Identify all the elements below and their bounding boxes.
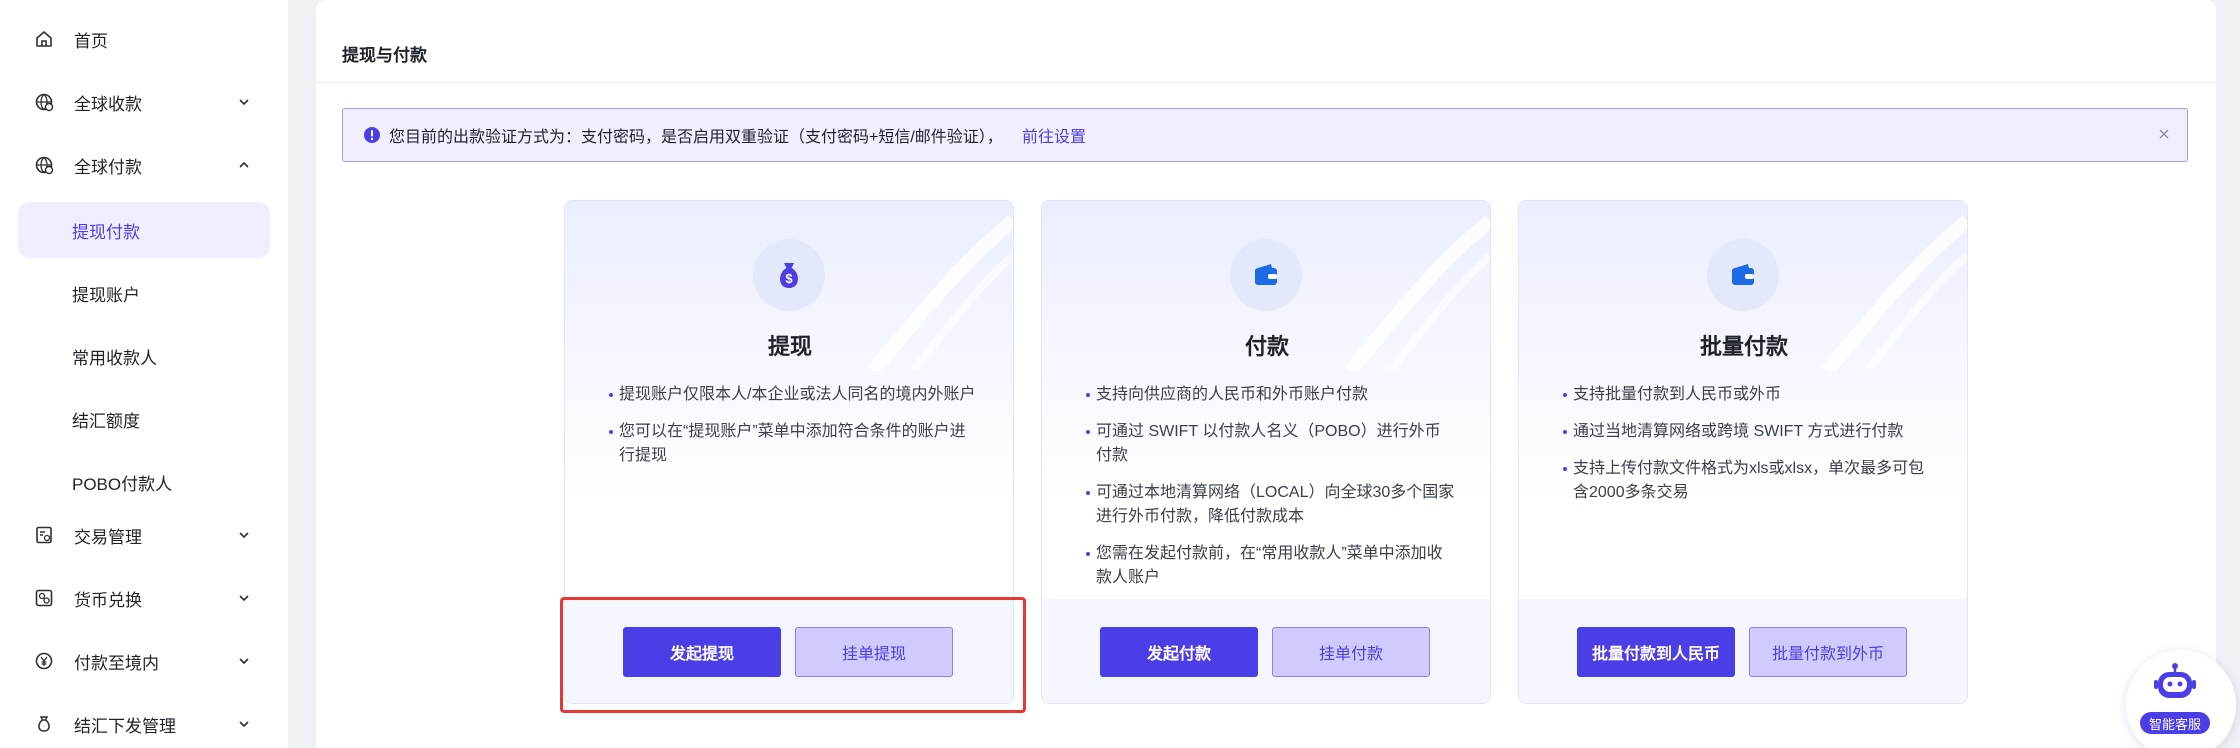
yuan-icon <box>33 650 55 672</box>
list-item: 您可以在“提现账户”菜单中添加符合条件的账户进行提现 <box>609 420 979 468</box>
sidebar-item-global-receive[interactable]: 全球收款 <box>0 76 288 128</box>
list-item: 支持批量付款到人民币或外币 <box>1563 383 1933 407</box>
globe-receive-icon <box>33 91 55 113</box>
sidebar-item-label: 付款至境内 <box>74 653 159 673</box>
chevron-up-icon <box>236 157 252 173</box>
svg-text:$: $ <box>785 271 793 286</box>
list-item: 通过当地清算网络或跨境 SWIFT 方式进行付款 <box>1563 420 1933 444</box>
wallet-icon <box>1707 239 1779 311</box>
chevron-down-icon <box>236 716 252 732</box>
list-item: 支持向供应商的人民币和外币账户付款 <box>1086 383 1456 407</box>
wallet-icon <box>1230 239 1302 311</box>
sidebar-subitem-withdraw-account[interactable]: 提现账户 <box>18 265 270 321</box>
sidebar-subitem-withdraw-pay[interactable]: 提现付款 <box>18 202 270 258</box>
batch-pay-foreign-button[interactable]: 批量付款到外币 <box>1749 627 1907 677</box>
alert-message: 您目前的出款验证方式为：支付密码，是否启用双重验证（支付密码+短信/邮件验证）， <box>389 129 1003 146</box>
robot-icon <box>2154 663 2196 698</box>
list-item: 可通过本地清算网络（LOCAL）向全球30多个国家进行外币付款，降低付款成本 <box>1086 481 1456 529</box>
sidebar-item-label: 首页 <box>74 31 108 51</box>
list-item: 您需在发起付款前，在“常用收款人”菜单中添加收款人账户 <box>1086 542 1456 590</box>
highlight-annotation <box>560 597 1026 713</box>
page-title: 提现与付款 <box>342 46 427 65</box>
sidebar-subitem-label: 提现账户 <box>72 285 140 305</box>
card-title: 批量付款 <box>1699 334 1788 359</box>
transaction-icon <box>33 524 55 546</box>
bot-label: 智能客服 <box>2140 712 2210 734</box>
batch-pay-rmb-button[interactable]: 批量付款到人民币 <box>1577 627 1735 677</box>
money-bag-icon: $ <box>753 239 825 311</box>
chevron-down-icon <box>236 590 252 606</box>
card-title: 提现 <box>767 334 812 359</box>
go-settings-link[interactable]: 前往设置 <box>1022 123 1086 147</box>
sidebar-item-global-pay[interactable]: 全球付款 <box>0 139 288 191</box>
sidebar-subitem-pobo-payer[interactable]: POBO付款人 <box>18 454 270 510</box>
sidebar-item-label: 全球付款 <box>74 157 142 177</box>
smart-service-button[interactable]: 智能客服 <box>2126 650 2236 748</box>
sidebar-subitem-payees[interactable]: 常用收款人 <box>18 328 270 384</box>
sidebar-item-home[interactable]: 首页 <box>0 13 288 65</box>
sidebar-subitem-label: 提现付款 <box>72 222 140 242</box>
money-bag-icon <box>33 713 55 735</box>
feature-list: 支持批量付款到人民币或外币 通过当地清算网络或跨境 SWIFT 方式进行付款 支… <box>1563 383 1933 518</box>
sidebar-item-settlement[interactable]: 结汇下发管理 <box>0 698 288 748</box>
payment-card: 付款 支持向供应商的人民币和外币账户付款 可通过 SWIFT 以付款人名义（PO… <box>1041 200 1491 704</box>
list-item: 可通过 SWIFT 以付款人名义（POBO）进行外币付款 <box>1086 420 1456 468</box>
sidebar-subitem-fx-quota[interactable]: 结汇额度 <box>18 391 270 447</box>
sidebar-item-currency-exchange[interactable]: 货币兑换 <box>0 572 288 624</box>
sidebar-subitem-label: 常用收款人 <box>72 348 157 368</box>
sidebar-item-label: 交易管理 <box>74 527 142 547</box>
sidebar: 首页 全球收款 全球付款 提现付款 提现账户 常用收款人 结汇额度 POBO付款… <box>0 0 288 748</box>
divider <box>316 82 2216 83</box>
sidebar-subitem-label: POBO付款人 <box>72 474 173 494</box>
sidebar-item-label: 结汇下发管理 <box>74 716 176 736</box>
close-icon[interactable] <box>2155 125 2173 143</box>
list-item: 支持上传付款文件格式为xls或xlsx，单次最多可包含2000多条交易 <box>1563 457 1933 505</box>
home-icon <box>33 28 55 50</box>
info-icon <box>363 126 381 144</box>
globe-pay-icon <box>33 154 55 176</box>
feature-list: 提现账户仅限本人/本企业或法人同名的境内外账户 您可以在“提现账户”菜单中添加符… <box>609 383 979 481</box>
start-payment-button[interactable]: 发起付款 <box>1100 627 1258 677</box>
chevron-down-icon <box>236 94 252 110</box>
feature-list: 支持向供应商的人民币和外币账户付款 可通过 SWIFT 以付款人名义（POBO）… <box>1086 383 1456 603</box>
sidebar-item-transactions[interactable]: 交易管理 <box>0 509 288 561</box>
sidebar-item-pay-domestic[interactable]: 付款至境内 <box>0 635 288 687</box>
exchange-icon <box>33 587 55 609</box>
list-item: 提现账户仅限本人/本企业或法人同名的境内外账户 <box>609 383 979 407</box>
sidebar-item-label: 全球收款 <box>74 94 142 114</box>
pending-payment-button[interactable]: 挂单付款 <box>1272 627 1430 677</box>
chevron-down-icon <box>236 653 252 669</box>
verification-alert: 您目前的出款验证方式为：支付密码，是否启用双重验证（支付密码+短信/邮件验证），… <box>342 108 2188 162</box>
sidebar-item-label: 货币兑换 <box>74 590 142 610</box>
batch-payment-card: 批量付款 支持批量付款到人民币或外币 通过当地清算网络或跨境 SWIFT 方式进… <box>1518 200 1968 704</box>
sidebar-subitem-label: 结汇额度 <box>72 411 140 431</box>
chevron-down-icon <box>236 527 252 543</box>
card-title: 付款 <box>1244 334 1289 359</box>
